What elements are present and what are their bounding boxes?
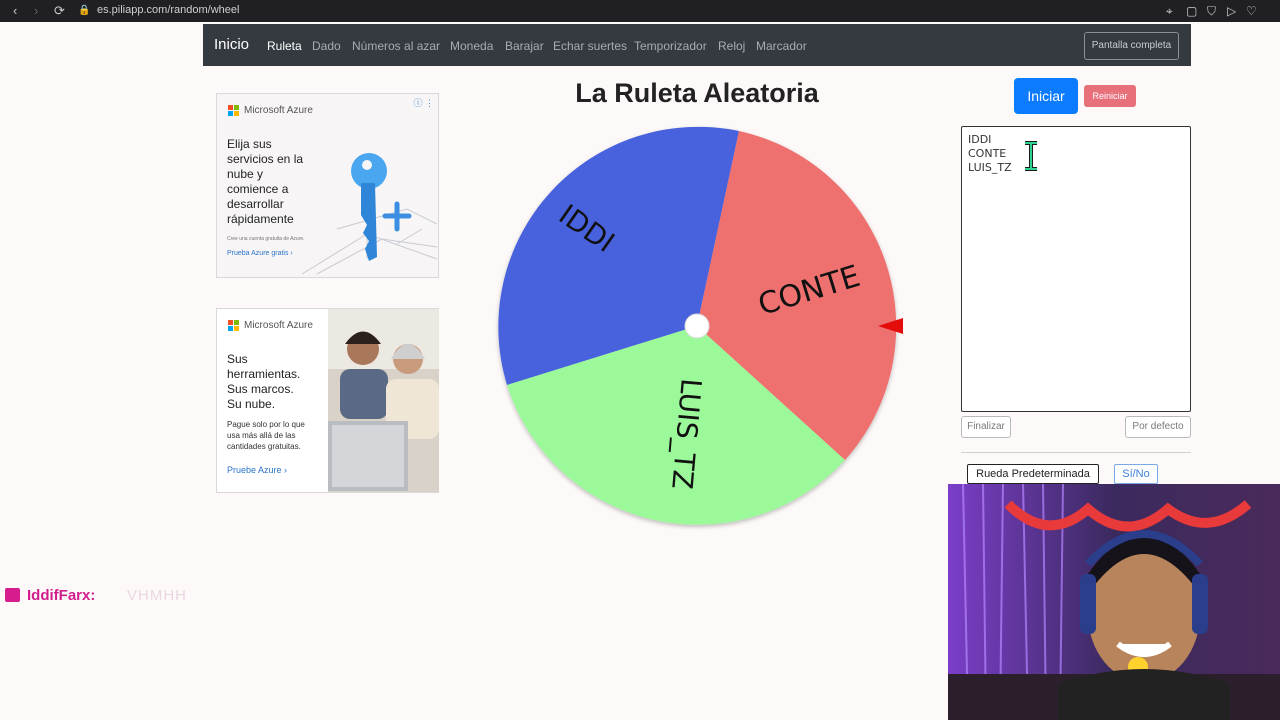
ad-link[interactable]: Pruebe Azure › bbox=[227, 465, 287, 475]
nav-link-echar-suertes[interactable]: Echar suertes bbox=[553, 39, 627, 53]
reset-button[interactable]: Reiniciar bbox=[1084, 85, 1136, 107]
ad-fineprint: Cree una cuenta gratuita de Azure. bbox=[227, 236, 305, 242]
wheel-center-pin bbox=[684, 313, 710, 339]
tab-icon[interactable]: ▢ bbox=[1186, 3, 1197, 19]
nav-link-barajar[interactable]: Barajar bbox=[505, 39, 544, 53]
reload-icon[interactable]: ⟳ bbox=[54, 3, 65, 19]
page-title: La Ruleta Aleatoria bbox=[575, 78, 819, 108]
default-button[interactable]: Por defecto bbox=[1125, 416, 1191, 438]
site-navbar: Inicio Ruleta Dado Números al azar Moned… bbox=[203, 24, 1191, 66]
default-wheel-button[interactable]: Rueda Predeterminada bbox=[967, 464, 1099, 484]
ad-fineprint: Pague solo por lo que usa más allá de la… bbox=[227, 420, 305, 451]
ad-headline: Sus herramientas. Sus marcos. Su nube. bbox=[227, 352, 301, 411]
ad-banner-1[interactable]: ⓘ ⋮ Microsoft Azure Elija sus servicios … bbox=[216, 93, 439, 278]
heart-icon[interactable]: ♡ bbox=[1246, 3, 1257, 19]
nav-link-moneda[interactable]: Moneda bbox=[450, 39, 493, 53]
nav-link-dado[interactable]: Dado bbox=[312, 39, 341, 53]
nav-brand[interactable]: Inicio bbox=[214, 36, 249, 53]
fullscreen-button[interactable]: Pantalla completa bbox=[1084, 32, 1179, 60]
ad-brand: Microsoft Azure bbox=[244, 320, 313, 331]
back-icon[interactable]: ‹ bbox=[13, 3, 17, 19]
ad-choices-icon[interactable]: ⓘ ⋮ bbox=[413, 96, 434, 109]
shield-icon[interactable]: ⛉ bbox=[1207, 3, 1216, 19]
nav-link-ruleta[interactable]: Ruleta bbox=[267, 39, 302, 53]
finish-button[interactable]: Finalizar bbox=[961, 416, 1011, 438]
people-photo-icon bbox=[328, 309, 439, 492]
browser-toolbar: ‹ › ⟳ 🔒 es.piliapp.com/random/wheel ⌖ ▢ … bbox=[0, 0, 1280, 22]
start-button[interactable]: Iniciar bbox=[1014, 78, 1078, 114]
nav-link-marcador[interactable]: Marcador bbox=[756, 39, 807, 53]
ad-brand: Microsoft Azure bbox=[244, 105, 313, 116]
roulette-wheel[interactable]: IDDI CONTE LUIS_TZ bbox=[490, 120, 910, 530]
microsoft-logo-icon bbox=[228, 105, 240, 117]
lock-icon: 🔒 bbox=[78, 5, 91, 16]
microsoft-logo-icon bbox=[228, 320, 240, 332]
ad-headline: Elija sus servicios en la nube y comienc… bbox=[227, 137, 304, 226]
ad-link[interactable]: Prueba Azure gratis › bbox=[227, 250, 293, 257]
entries-textarea[interactable] bbox=[961, 126, 1191, 412]
yes-no-button[interactable]: Sí/No bbox=[1114, 464, 1158, 484]
text-cursor-icon bbox=[1025, 141, 1037, 171]
nav-link-numeros[interactable]: Números al azar bbox=[352, 39, 440, 53]
pin-icon[interactable]: ⌖ bbox=[1166, 3, 1173, 19]
streamer-camera-image bbox=[948, 484, 1280, 720]
forward-icon[interactable]: › bbox=[34, 3, 38, 19]
address-bar[interactable]: es.piliapp.com/random/wheel bbox=[97, 4, 239, 16]
nav-link-reloj[interactable]: Reloj bbox=[718, 39, 745, 53]
divider bbox=[961, 452, 1191, 453]
chat-heart-icon bbox=[5, 588, 20, 602]
chat-text: VHMHH bbox=[127, 587, 187, 604]
chat-username: IddifFarx: bbox=[27, 587, 96, 604]
key-illustration-icon bbox=[301, 153, 437, 275]
play-icon[interactable]: ▷ bbox=[1227, 3, 1236, 19]
nav-link-temporizador[interactable]: Temporizador bbox=[634, 39, 707, 53]
webcam-overlay bbox=[948, 484, 1280, 720]
ad-banner-2[interactable]: ⓘ ⋮ Microsoft Azure Sus herramientas. Su… bbox=[216, 308, 439, 493]
